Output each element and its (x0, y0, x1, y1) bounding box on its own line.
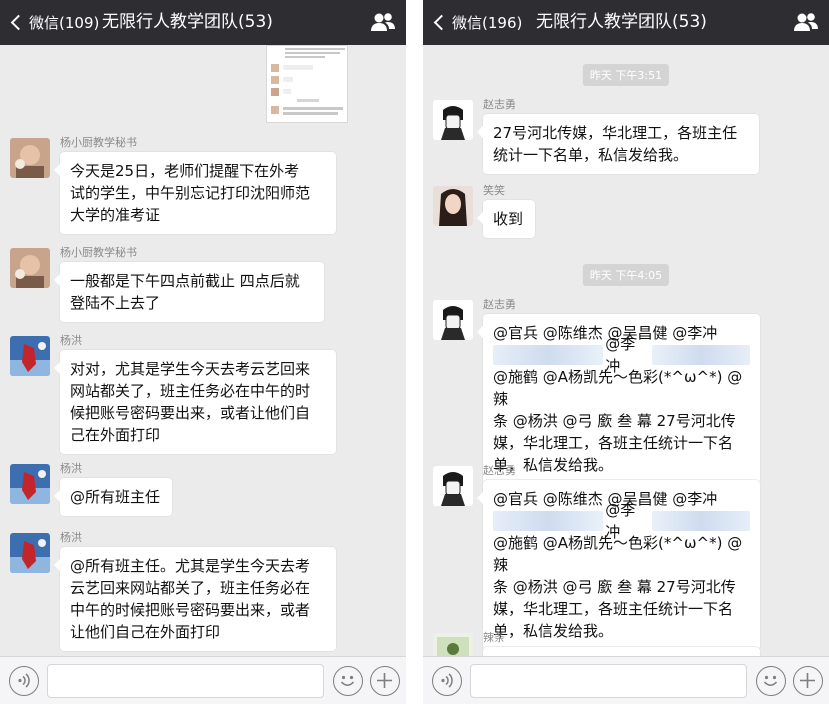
message-bubble[interactable]: 一般都是下午四点前截止 四点后就 登陆不上去了 (54, 262, 324, 322)
chat-title: 无限行人教学团队(53) (536, 12, 707, 32)
sender-name: 辣条 (483, 631, 505, 644)
blurred-area (651, 345, 750, 365)
sender-name: 赵志勇 (483, 298, 516, 311)
sender-name: 笑笑 (483, 184, 505, 197)
message-bubble[interactable]: @官兵 @陈维杰 @吴昌健 @李冲 @李冲 @施鹤 @A杨凯先～色彩(*^ω^*… (477, 314, 760, 484)
input-toolbar (0, 656, 406, 704)
emoji-button[interactable] (333, 666, 363, 696)
message-text-line: 统计一下名单，私信发给我。 (493, 146, 689, 164)
message-text-line: 候把账号密码要出来，或者让他们自 (70, 404, 311, 422)
blurred-area (493, 345, 604, 365)
message-text-line: 一般都是下午四点前截止 四点后就 (70, 272, 300, 290)
chat-screen-left: 微信(109) 无限行人教学团队(53) 杨小厨教学秘书 今天是25日，老师们提… (0, 0, 406, 704)
voice-input-icon (441, 673, 453, 688)
chevron-left-icon (10, 14, 27, 31)
message-text-line: 对对，尤其是学生今天去考云艺回来 (70, 360, 311, 378)
voice-input-button[interactable] (9, 666, 39, 696)
message-text-line: 己在外面打印 (70, 426, 161, 444)
message-text-line: 媒，华北理工，各班主任统计一下名 (493, 600, 734, 618)
message-text-line: 登陆不上去了 (70, 294, 161, 312)
message-text-line: 网站都关了，班主任务必在中午的时 (70, 382, 311, 400)
plus-icon (377, 673, 392, 688)
message-input[interactable] (47, 664, 324, 698)
more-functions-button[interactable] (793, 666, 823, 696)
sender-name: 赵志勇 (483, 464, 516, 477)
plus-icon (800, 673, 815, 688)
avatar[interactable] (433, 300, 473, 340)
top-navigation-bar: 微信(109) 无限行人教学团队(53) (0, 0, 406, 45)
avatar[interactable] (433, 466, 473, 506)
message-text-line: 单，私信发给我。 (493, 456, 614, 474)
voice-input-icon (18, 673, 30, 688)
avatar[interactable] (10, 248, 50, 288)
back-button[interactable]: 微信(196) (433, 0, 522, 45)
message-bubble[interactable]: 今天是25日，老师们提醒下在外考 试的学生，中午别忘记打印沈阳师范 大学的准考证 (54, 152, 336, 234)
message-text-line: 云艺回来网站都关了，班主任务必在 (70, 579, 311, 597)
group-members-icon[interactable] (793, 11, 819, 33)
sender-name: 杨小厨教学秘书 (60, 246, 137, 259)
blurred-mentions: @李冲 (493, 501, 750, 541)
sender-name: 赵志勇 (483, 98, 516, 111)
message-text-line: 27号河北传媒，华北理工，各班主任 (493, 124, 738, 142)
blurred-mentions: @李冲 (493, 335, 750, 375)
group-members-icon[interactable] (370, 11, 396, 33)
message-text-line: @所有班主任。尤其是学生今天去考 (70, 557, 311, 575)
message-text-line: 今天是25日，老师们提醒下在外考 (70, 162, 300, 180)
message-bubble[interactable]: @所有班主任。尤其是学生今天去考 云艺回来网站都关了，班主任务必在 中午的时候把… (54, 547, 336, 651)
timestamp: 昨天 下午4:05 (582, 264, 670, 286)
message-bubble[interactable]: @所有班主任 (54, 478, 172, 516)
message-bubble[interactable]: 收到 (477, 200, 535, 238)
message-text-line: 媒，华北理工，各班主任统计一下名 (493, 434, 734, 452)
blurred-area (651, 511, 750, 531)
more-functions-button[interactable] (370, 666, 400, 696)
chat-screen-right: 微信(196) 无限行人教学团队(53) 昨天 下午3:51 赵志勇 27号河北… (423, 0, 829, 704)
back-button[interactable]: 微信(109) (10, 0, 99, 45)
top-navigation-bar: 微信(196) 无限行人教学团队(53) (423, 0, 829, 45)
input-toolbar (423, 656, 829, 704)
message-text-line: @所有班主任 (70, 488, 161, 506)
sender-name: 杨洪 (60, 531, 82, 544)
sender-name: 杨洪 (60, 462, 82, 475)
message-text-line: 收到 (493, 210, 524, 228)
message-text-line: @施鹤 @A杨凯先～色彩(*^ω^*) @辣 (493, 368, 743, 408)
timestamp: 昨天 下午3:51 (582, 64, 670, 86)
message-bubble[interactable]: 对对，尤其是学生今天去考云艺回来 网站都关了，班主任务必在中午的时 候把账号密码… (54, 350, 336, 454)
message-input[interactable] (470, 664, 747, 698)
message-text-line: 试的学生，中午别忘记打印沈阳师范 (70, 184, 311, 202)
emoji-button[interactable] (756, 666, 786, 696)
chat-title: 无限行人教学团队(53) (102, 12, 273, 32)
message-bubble[interactable]: 27号河北传媒，华北理工，各班主任 统计一下名单，私信发给我。 (477, 114, 759, 174)
message-text-line: 中午的时候把账号密码要出来，或者 (70, 601, 311, 619)
back-label: 微信(109) (29, 14, 100, 32)
message-text-line: @施鹤 @A杨凯先～色彩(*^ω^*) @辣 (493, 534, 743, 574)
voice-input-button[interactable] (432, 666, 462, 696)
avatar[interactable] (433, 186, 473, 226)
emoji-icon (340, 675, 355, 687)
message-text-line: 条 @杨洪 @弓 廞 叁 幕 27号河北传 (493, 412, 736, 430)
message-bubble[interactable]: @官兵 @陈维杰 @吴昌健 @李冲 @李冲 @施鹤 @A杨凯先～色彩(*^ω^*… (477, 480, 760, 650)
message-text-line: 大学的准考证 (70, 206, 161, 224)
avatar[interactable] (10, 533, 50, 573)
shared-image-thumbnail[interactable] (266, 45, 348, 123)
message-text-line: 条 @杨洪 @弓 廞 叁 幕 27号河北传 (493, 578, 736, 596)
avatar[interactable] (10, 138, 50, 178)
emoji-icon (763, 675, 778, 687)
blurred-area (493, 511, 604, 531)
avatar[interactable] (433, 100, 473, 140)
back-label: 微信(196) (452, 14, 523, 32)
chevron-left-icon (433, 14, 450, 31)
sender-name: 杨小厨教学秘书 (60, 136, 137, 149)
sender-name: 杨洪 (60, 334, 82, 347)
avatar[interactable] (10, 464, 50, 504)
message-text-line: 让他们自己在外面打印 (70, 623, 221, 641)
message-text-line: 单，私信发给我。 (493, 622, 614, 640)
avatar[interactable] (10, 336, 50, 376)
